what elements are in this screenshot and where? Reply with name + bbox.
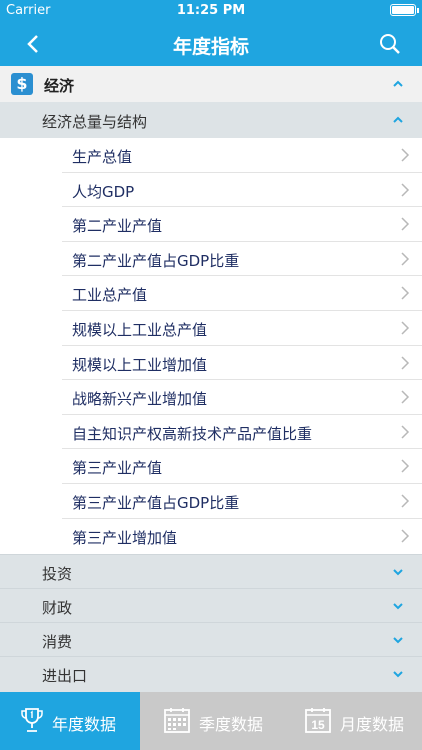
calendar-day-number: 15 [311,718,325,732]
chevron-right-icon [401,425,410,439]
calendar-15-icon: 15 [305,708,331,733]
chevron-right-icon [401,148,410,162]
status-bar: Carrier 11:25 PM [0,0,422,22]
trophy-icon [21,708,43,732]
page-title: 年度指标 [172,36,249,58]
list-item[interactable]: 工业总产值 [62,276,422,311]
list-item[interactable]: 第三产业产值 [62,449,422,484]
tab-label: 季度数据 [199,715,264,734]
chevron-right-icon [401,529,410,543]
tab-label: 月度数据 [340,715,405,734]
chevron-right-icon [401,459,410,473]
chevron-down-icon [393,603,403,610]
chevron-down-icon [393,637,403,644]
list-item-label: 自主知识产权高新技术产品产值比重 [72,424,313,443]
battery-icon [390,4,419,16]
list-item-label: 生产总值 [72,148,133,166]
list-item[interactable]: 第三产业增加值 [62,519,422,554]
group-label: 消费 [42,633,73,651]
subcategory-header[interactable]: 经济总量与结构 [0,102,422,138]
list-item-label: 人均GDP [72,182,135,201]
list-item-label: 第三产业产值占GDP比重 [72,493,240,512]
tab-label: 年度数据 [52,715,117,734]
chevron-right-icon [401,252,410,266]
chevron-right-icon [401,217,410,231]
list-item-label: 第三产业增加值 [72,528,178,547]
list-item[interactable]: 自主知识产权高新技术产品产值比重 [62,415,422,450]
list-item-label: 规模以上工业增加值 [72,355,208,374]
subcategory-label: 经济总量与结构 [42,113,148,131]
list-item[interactable]: 第三产业产值占GDP比重 [62,484,422,519]
search-icon[interactable] [378,32,402,56]
list-item[interactable]: 生产总值 [62,138,422,173]
chevron-up-icon [393,80,403,87]
group-header-consumption[interactable]: 消费 [0,622,422,656]
group-label: 财政 [42,599,73,617]
clock: 11:25 PM [176,3,246,18]
list-item-label: 第三产业产值 [72,459,163,478]
list-item[interactable]: 规模以上工业增加值 [62,346,422,381]
chevron-right-icon [401,390,410,404]
chevron-down-icon [393,569,403,576]
group-header-import-export[interactable]: 进出口 [0,656,422,692]
category-label: 经济 [44,77,75,95]
list-item[interactable]: 人均GDP [62,173,422,208]
chevron-right-icon [401,183,410,197]
navigation-bar: 年度指标 [0,22,422,66]
chevron-up-icon [393,116,403,123]
group-header-investment[interactable]: 投资 [0,554,422,588]
list-item[interactable]: 第二产业产值 [62,207,422,242]
tab-quarterly[interactable]: 季度数据 [141,692,281,750]
chevron-right-icon [401,286,410,300]
chevron-down-icon [393,671,403,678]
list-item-label: 第二产业产值 [72,217,163,236]
list-item-label: 第二产业产值占GDP比重 [72,251,240,270]
list-item-label: 规模以上工业总产值 [72,320,208,339]
list-item-label: 工业总产值 [72,286,148,305]
chevron-right-icon [401,494,410,508]
list-item[interactable]: 规模以上工业总产值 [62,311,422,346]
tab-bar: 年度数据 季度数据 15 月度数据 [0,692,422,750]
list-item[interactable]: 战略新兴产业增加值 [62,380,422,415]
chevron-right-icon [401,321,410,335]
dollar-icon: $ [11,73,33,95]
group-header-finance[interactable]: 财政 [0,588,422,622]
calendar-grid-icon [164,708,190,733]
list-item-label: 战略新兴产业增加值 [72,390,208,409]
tab-monthly[interactable]: 15 月度数据 [282,692,422,750]
group-label: 进出口 [42,667,88,685]
chevron-right-icon [401,356,410,370]
tab-annual[interactable]: 年度数据 [0,692,140,750]
list-item[interactable]: 第二产业产值占GDP比重 [62,242,422,277]
category-header-economy[interactable]: $ 经济 [0,66,422,102]
indicator-list: 生产总值 人均GDP 第二产业产值 第二产业产值占GDP比重 工业总产值 规模以… [62,138,422,553]
group-label: 投资 [42,565,73,583]
